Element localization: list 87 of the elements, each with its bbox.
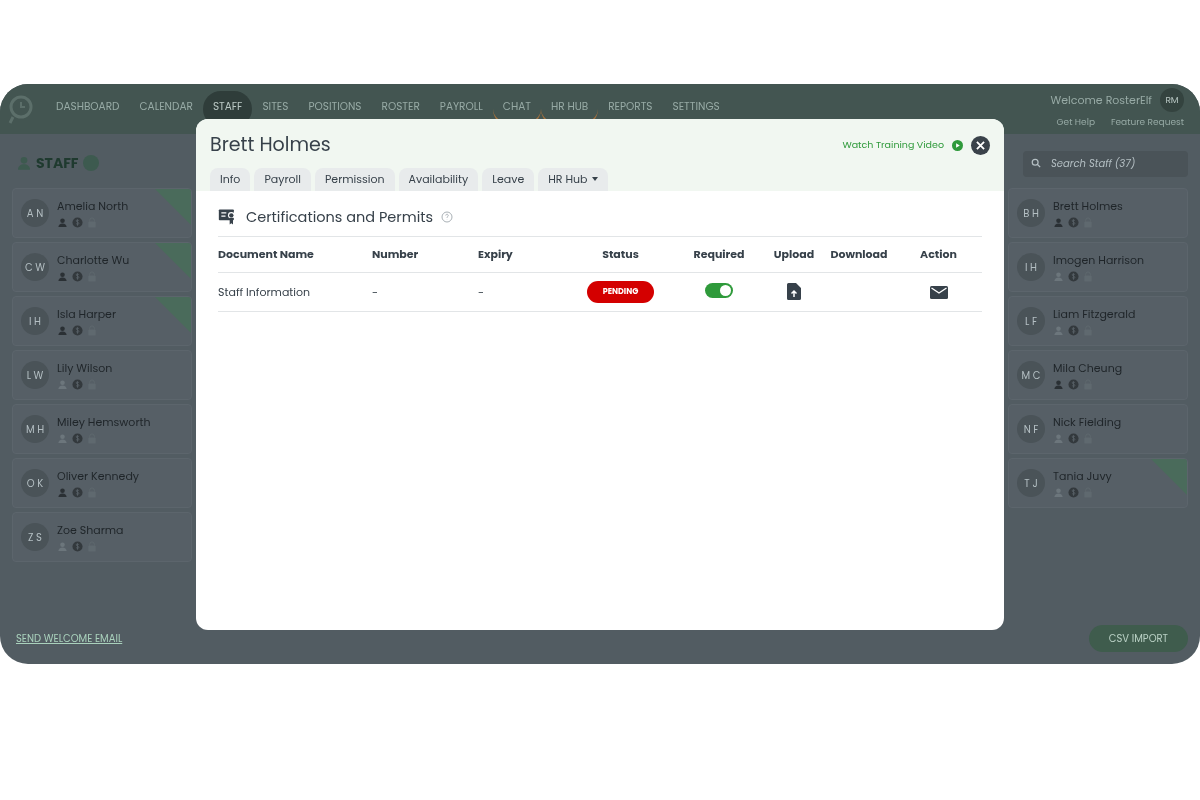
- get-help-link[interactable]: Get Help: [1056, 116, 1095, 130]
- staff-card[interactable]: I H Imogen Harrison: [1008, 242, 1188, 292]
- avatar-initials: M H: [21, 415, 49, 443]
- column-header: Download: [823, 237, 895, 273]
- staff-card[interactable]: L W Lily Wilson: [12, 350, 192, 400]
- staff-name: Brett Holmes: [1053, 198, 1123, 215]
- staff-card[interactable]: O K Oliver Kennedy: [12, 458, 192, 508]
- staff-card[interactable]: B H Brett Holmes: [1008, 188, 1188, 238]
- column-header: Upload: [765, 237, 823, 273]
- clock-logo-icon: [8, 93, 34, 125]
- avatar-initials: C W: [21, 253, 49, 281]
- avatar-initials: N F: [1017, 415, 1045, 443]
- tab[interactable]: Payroll: [254, 167, 311, 191]
- staff-name: Liam Fitzgerald: [1053, 306, 1136, 323]
- avatar-initials: Z S: [21, 523, 49, 551]
- caret-icon: [591, 177, 598, 181]
- avatar-initials: T J: [1017, 469, 1045, 497]
- staff-card[interactable]: A N Amelia North: [12, 188, 192, 238]
- avatar-initials: O K: [21, 469, 49, 497]
- section-title: Certifications and Permits: [246, 206, 434, 229]
- staff-name: Charlotte Wu: [57, 252, 130, 269]
- close-button[interactable]: [971, 135, 990, 155]
- training-video-link[interactable]: Watch Training Video: [842, 138, 944, 153]
- avatar-initials: L F: [1017, 307, 1045, 335]
- file-upload-icon[interactable]: [787, 283, 801, 301]
- user-avatar[interactable]: RM: [1160, 88, 1184, 113]
- nav-link[interactable]: CALENDAR: [129, 91, 203, 127]
- dollar-icon: [1068, 486, 1079, 498]
- column-header: Number: [372, 237, 478, 273]
- required-toggle[interactable]: [705, 283, 733, 298]
- dollar-icon: [72, 486, 83, 498]
- welcome-text: Welcome RosterElf: [1050, 92, 1152, 109]
- send-welcome-email-link[interactable]: SEND WELCOME EMAIL: [12, 631, 123, 646]
- avatar-initials: I H: [1017, 253, 1045, 281]
- staff-card[interactable]: C W Charlotte Wu: [12, 242, 192, 292]
- dollar-icon: [72, 324, 83, 336]
- dollar-icon: [72, 540, 83, 552]
- column-header: Document Name: [218, 237, 372, 273]
- column-header: Action: [895, 237, 982, 273]
- tab[interactable]: Leave: [482, 167, 535, 191]
- email-icon[interactable]: [929, 286, 948, 299]
- feature-request-link[interactable]: Feature Request: [1110, 116, 1184, 130]
- staff-name: Lily Wilson: [57, 360, 113, 377]
- table-cell: -: [478, 272, 568, 312]
- play-icon[interactable]: [952, 139, 963, 151]
- dollar-icon: [72, 378, 83, 390]
- search-icon: [1031, 158, 1041, 168]
- dollar-icon: [72, 270, 83, 282]
- dollar-icon: [1068, 378, 1079, 390]
- staff-name: Nick Fielding: [1053, 414, 1122, 431]
- search-field[interactable]: Search Staff (37): [1023, 151, 1188, 177]
- column-header: Expiry: [478, 237, 568, 273]
- nav-link[interactable]: DASHBOARD: [46, 91, 130, 127]
- staff-name: Zoe Sharma: [57, 522, 124, 539]
- avatar-initials: B H: [1017, 199, 1045, 227]
- staff-name: Miley Hemsworth: [57, 414, 151, 431]
- csv-import-button[interactable]: CSV IMPORT: [1088, 625, 1188, 652]
- staff-card[interactable]: M C Mila Cheung: [1008, 350, 1188, 400]
- column-header: Required: [673, 237, 765, 273]
- dollar-icon: [72, 432, 83, 444]
- tab[interactable]: Permission: [314, 167, 395, 191]
- dollar-icon: [1068, 432, 1079, 444]
- tab[interactable]: Availability: [398, 167, 479, 191]
- staff-card[interactable]: M H Miley Hemsworth: [12, 404, 192, 454]
- staff-card[interactable]: L F Liam Fitzgerald: [1008, 296, 1188, 346]
- dollar-icon: [1068, 270, 1079, 282]
- avatar-initials: I H: [21, 307, 49, 335]
- dollar-icon: [72, 216, 83, 228]
- dollar-icon: [1068, 324, 1079, 336]
- staff-card[interactable]: Z S Zoe Sharma: [12, 512, 192, 562]
- avatar-initials: M C: [1017, 361, 1045, 389]
- staff-name: Amelia North: [57, 198, 129, 215]
- tab[interactable]: Info: [210, 167, 251, 191]
- staff-name: Mila Cheung: [1053, 360, 1123, 377]
- close-icon: [976, 140, 985, 150]
- avatar-initials: L W: [21, 361, 49, 389]
- column-header: Status: [568, 237, 673, 273]
- staff-card[interactable]: N F Nick Fielding: [1008, 404, 1188, 454]
- modal-title: Brett Holmes: [210, 131, 331, 160]
- staff-name: Oliver Kennedy: [57, 468, 140, 485]
- staff-name: Imogen Harrison: [1053, 252, 1145, 269]
- dollar-icon: [1068, 216, 1079, 228]
- avatar-initials: A N: [21, 199, 49, 227]
- status-badge: PENDING: [586, 280, 655, 303]
- table-cell: -: [372, 272, 478, 312]
- tab[interactable]: HR Hub: [538, 167, 608, 191]
- table-cell: Staff Information: [218, 272, 372, 312]
